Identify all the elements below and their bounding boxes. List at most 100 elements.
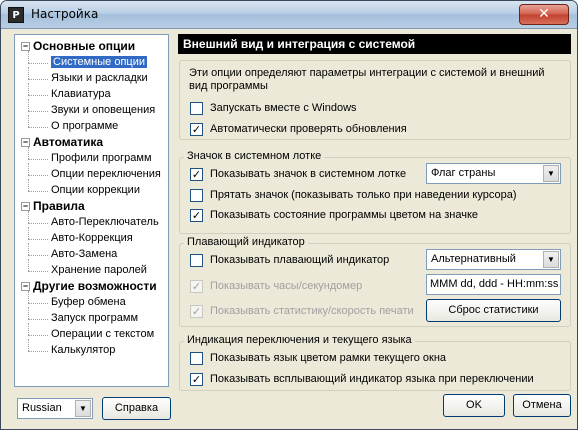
show-stats-checkbox[interactable]: ✓ <box>190 305 203 318</box>
tree-item-label: Калькулятор <box>51 344 116 356</box>
auto-update-checkbox[interactable]: ✓ <box>190 123 203 136</box>
tree-item-label: Правила <box>33 199 85 213</box>
tree-connector <box>28 179 29 191</box>
tree-item-label: Системные опции <box>51 56 148 68</box>
tree-connector <box>28 291 29 303</box>
chevron-down-icon[interactable]: ▼ <box>543 251 559 268</box>
tree-item-label: Автоматика <box>33 135 104 149</box>
tree-item[interactable]: − Автоматика <box>18 135 103 150</box>
indicator-style-select[interactable]: Альтернативный ▼ <box>426 249 561 270</box>
tree-connector <box>28 243 29 255</box>
chevron-down-icon[interactable]: ▼ <box>543 165 559 182</box>
app-icon: P <box>8 7 24 23</box>
language-indication-group-title: Индикация переключения и текущего языка <box>184 334 415 346</box>
tree-connector <box>28 223 48 224</box>
popup-indicator-checkbox[interactable]: ✓ <box>190 373 203 386</box>
title-bar[interactable]: P Настройка ✕ <box>1 1 577 29</box>
tree-connector <box>28 259 29 271</box>
tree-item[interactable]: Клавиатура <box>51 87 111 102</box>
tree-item[interactable]: Авто-Переключатель <box>51 215 159 230</box>
intro-text-line2: вид программы <box>189 80 268 92</box>
tray-icon-style-select[interactable]: Флаг страны ▼ <box>426 163 561 184</box>
tree-connector <box>28 339 29 351</box>
tree-item[interactable]: Авто-Замена <box>51 247 117 262</box>
tree-item-label: Звуки и оповещения <box>51 104 156 116</box>
tree-connector <box>28 239 48 240</box>
tree-item[interactable]: Хранение паролей <box>51 263 147 278</box>
collapse-icon[interactable]: − <box>21 138 30 147</box>
show-floating-indicator-checkbox[interactable] <box>190 254 203 267</box>
show-state-color-label: Показывать состояние программы цветом на… <box>210 209 479 221</box>
tree-item-label: Языки и раскладки <box>51 72 148 84</box>
tree-item[interactable]: Авто-Коррекция <box>51 231 133 246</box>
indicator-style-value: Альтернативный <box>431 253 516 265</box>
tree-item[interactable]: − Основные опции <box>18 39 135 54</box>
tree-item[interactable]: Опции коррекции <box>51 183 140 198</box>
show-state-color-checkbox[interactable]: ✓ <box>190 209 203 222</box>
language-select-value: Russian <box>22 402 62 414</box>
tree-item-label: О программе <box>51 120 119 132</box>
tree-connector <box>28 175 48 176</box>
tree-item[interactable]: Профили программ <box>51 151 152 166</box>
tree-item-label: Авто-Переключатель <box>51 216 159 228</box>
tree-item[interactable]: Буфер обмена <box>51 295 126 310</box>
tree-item-label: Основные опции <box>33 39 136 53</box>
collapse-icon[interactable]: − <box>21 282 30 291</box>
run-with-windows-label: Запускать вместе с Windows <box>210 102 357 114</box>
show-tray-icon-label: Показывать значок в системном лотке <box>210 168 407 180</box>
show-clock-checkbox[interactable]: ✓ <box>190 280 203 293</box>
tree-item-label: Профили программ <box>51 152 152 164</box>
tree-connector <box>28 115 29 127</box>
panel-header: Внешний вид и интеграция с системой <box>178 34 571 54</box>
reset-stats-button[interactable]: Сброс статистики <box>426 299 561 322</box>
tree-item-label: Клавиатура <box>51 88 111 100</box>
help-button[interactable]: Справка <box>102 397 171 420</box>
tree-item[interactable]: − Другие возможности <box>18 279 157 294</box>
tree-item-label: Авто-Замена <box>51 248 118 260</box>
tree-connector <box>28 79 48 80</box>
frame-color-checkbox[interactable] <box>190 352 203 365</box>
tree-item-label: Авто-Коррекция <box>51 232 133 244</box>
clock-format-field[interactable]: MMM dd, ddd - HH:mm:ss <box>426 274 561 295</box>
tree-connector <box>28 351 48 352</box>
tree-item[interactable]: Калькулятор <box>51 343 115 358</box>
tree-connector <box>28 211 29 223</box>
settings-panel: Внешний вид и интеграция с системой Эти … <box>178 34 571 391</box>
intro-text-line1: Эти опции определяют параметры интеграци… <box>189 67 545 79</box>
cancel-button[interactable]: Отмена <box>513 394 571 417</box>
language-select[interactable]: Russian ▼ <box>17 398 93 419</box>
tree-item[interactable]: Операции с текстом <box>51 327 154 342</box>
collapse-icon[interactable]: − <box>21 202 30 211</box>
tree-item-label: Опции переключения <box>51 168 161 180</box>
tree-item-label: Хранение паролей <box>51 264 147 276</box>
close-button[interactable]: ✕ <box>519 4 569 25</box>
tree-connector <box>28 335 48 336</box>
tree-item-label: Буфер обмена <box>51 296 126 308</box>
tree-item-label: Опции коррекции <box>51 184 140 196</box>
ok-button[interactable]: OK <box>443 394 505 417</box>
show-clock-label: Показывать часы/секундомер <box>210 280 363 292</box>
tree-connector <box>28 303 48 304</box>
tree-item[interactable]: Запуск программ <box>51 311 138 326</box>
navigation-tree-area: − Основные опции Системные опции Языки и ра… <box>14 34 171 420</box>
tree-connector <box>28 307 29 319</box>
tree-connector <box>28 63 48 64</box>
hide-icon-checkbox[interactable] <box>190 189 203 202</box>
tree-connector <box>28 67 29 79</box>
window-title: Настройка <box>31 7 99 21</box>
tree-item[interactable]: Системные опции <box>51 55 148 70</box>
tree-connector <box>28 323 29 335</box>
tree-item[interactable]: Опции переключения <box>51 167 161 182</box>
tree-connector <box>28 271 48 272</box>
show-tray-icon-checkbox[interactable]: ✓ <box>190 168 203 181</box>
tree-item[interactable]: Звуки и оповещения <box>51 103 155 118</box>
run-with-windows-checkbox[interactable] <box>190 102 203 115</box>
tree-connector <box>28 163 29 175</box>
navigation-tree[interactable]: − Основные опции Системные опции Языки и ра… <box>14 34 169 387</box>
chevron-down-icon[interactable]: ▼ <box>75 400 91 417</box>
collapse-icon[interactable]: − <box>21 42 30 51</box>
tree-item[interactable]: О программе <box>51 119 118 134</box>
show-floating-indicator-label: Показывать плавающий индикатор <box>210 254 390 266</box>
popup-indicator-label: Показывать всплывающий индикатор языка п… <box>210 373 534 385</box>
tree-item[interactable]: Языки и раскладки <box>51 71 148 86</box>
